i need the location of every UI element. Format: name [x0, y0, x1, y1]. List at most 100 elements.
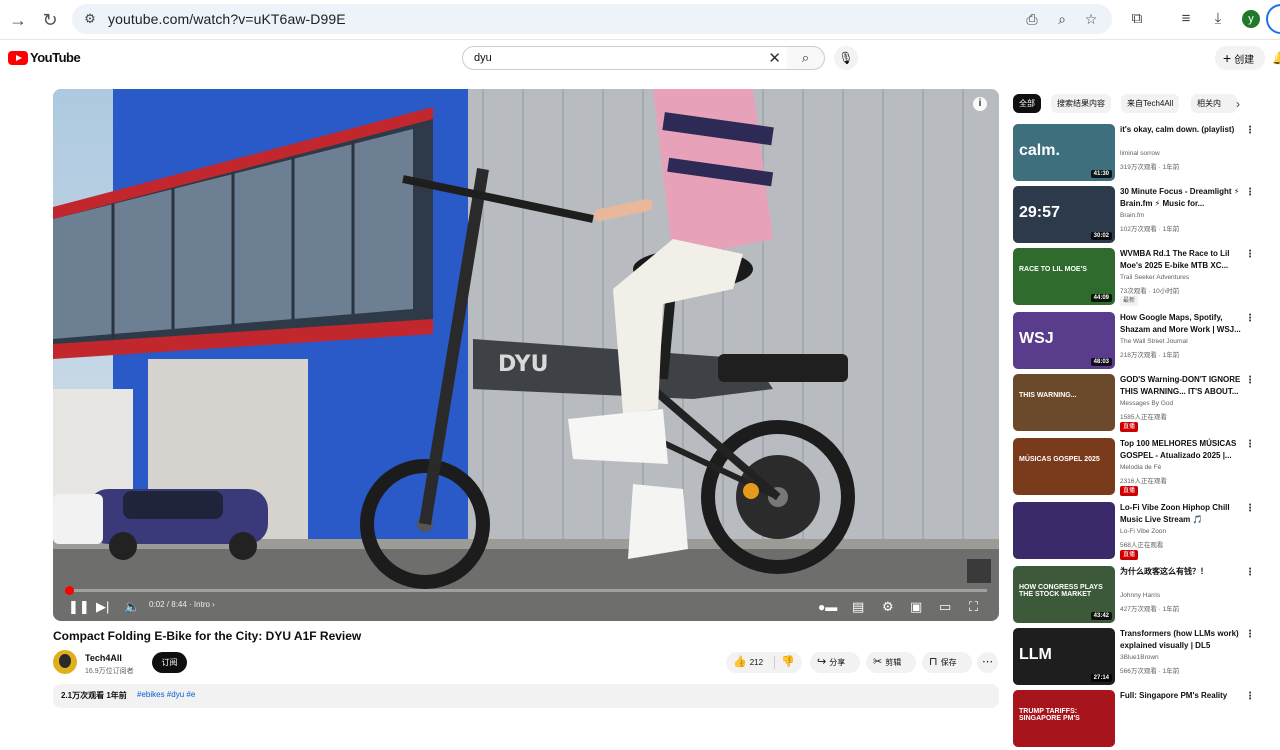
recommendation-item[interactable]: HOW CONGRESS PLAYS THE STOCK MARKET 43:42…	[1013, 566, 1268, 626]
video-thumbnail[interactable]: MÚSICAS GOSPEL 2025	[1013, 438, 1115, 495]
recommendation-channel[interactable]: Messages By God	[1120, 400, 1173, 407]
more-options-icon[interactable]: ⋮	[1245, 504, 1255, 514]
more-options-icon[interactable]: ⋮	[1245, 440, 1255, 450]
subtitles-icon[interactable]: ▤	[852, 598, 864, 616]
more-options-icon[interactable]: ⋮	[1245, 314, 1255, 324]
site-info-icon[interactable]: ⚙	[82, 11, 98, 27]
theater-mode-icon[interactable]: ▭	[939, 598, 951, 616]
notifications-icon[interactable]: 🔔	[1272, 51, 1280, 65]
like-count[interactable]: 212	[750, 658, 763, 667]
clear-search-icon[interactable]: ✕	[768, 49, 781, 67]
info-icon[interactable]: i	[973, 97, 987, 111]
volume-icon[interactable]: 🔈	[124, 598, 140, 616]
search-button[interactable]: ⌕	[787, 46, 825, 70]
more-options-icon[interactable]: ⋮	[1245, 376, 1255, 386]
progress-bar[interactable]	[64, 586, 987, 595]
reload-icon[interactable]: ↻	[38, 8, 62, 32]
recommendation-title[interactable]: 为什么政客这么有钱？！	[1120, 566, 1245, 578]
fullscreen-icon[interactable]: ⛶	[969, 598, 978, 616]
chip-related[interactable]: 相关内	[1191, 94, 1237, 113]
recommendation-channel[interactable]: Melodia de Fé	[1120, 464, 1161, 471]
recommendation-title[interactable]: How Google Maps, Spotify, Shazam and Mor…	[1120, 312, 1245, 336]
video-thumbnail[interactable]: RACE TO LIL MOE'S 44:09	[1013, 248, 1115, 305]
next-icon[interactable]: ▶|	[96, 598, 109, 616]
recommendation-title[interactable]: it's okay, calm down. (playlist)	[1120, 124, 1245, 136]
more-actions-icon[interactable]: ⋯	[977, 652, 998, 673]
recommendation-title[interactable]: Lo-Fi Vibe Zoon Hiphop Chill Music Live …	[1120, 502, 1245, 526]
hashtags[interactable]: #ebikes #dyu #e	[137, 690, 195, 699]
media-controls-icon[interactable]: ≡	[1175, 8, 1197, 30]
autoplay-toggle-icon[interactable]: ●▬	[818, 598, 837, 616]
downloads-icon[interactable]: ⤓	[1207, 8, 1229, 30]
recommendation-channel[interactable]: liminal sorrow	[1120, 150, 1160, 157]
recommendation-channel[interactable]: The Wall Street Journal	[1120, 338, 1188, 345]
more-options-icon[interactable]: ⋮	[1245, 250, 1255, 260]
recommendation-title[interactable]: Transformers (how LLMs work) explained v…	[1120, 628, 1245, 652]
clip-button[interactable]: ✂ 剪辑	[866, 652, 916, 673]
recommendation-item[interactable]: 29:57 30:02 30 Minute Focus - Dreamlight ⚡…	[1013, 186, 1268, 246]
recommendation-channel[interactable]: Brain.fm	[1120, 212, 1144, 219]
more-options-icon[interactable]: ⋮	[1245, 188, 1255, 198]
recommendation-item[interactable]: calm. 41:30 it's okay, calm down. (playlis…	[1013, 124, 1268, 184]
chevron-right-icon[interactable]: ›	[1236, 97, 1240, 111]
more-options-icon[interactable]: ⋮	[1245, 568, 1255, 578]
recommendation-item[interactable]: LLM 27:14 Transformers (how LLMs work) exp…	[1013, 628, 1268, 688]
recommendation-title[interactable]: Top 100 MELHORES MÚSICAS GOSPEL - Atuali…	[1120, 438, 1245, 462]
share-button[interactable]: ↪ 分享	[810, 652, 860, 673]
recommendation-item[interactable]: MÚSICAS GOSPEL 2025 Top 100 MELHORES MÚSI…	[1013, 438, 1268, 498]
youtube-logo[interactable]: YouTube	[8, 50, 81, 65]
chip-all[interactable]: 全部	[1013, 94, 1041, 113]
save-button[interactable]: ⊓ 保存	[922, 652, 972, 673]
recommendation-item[interactable]: Lo-Fi Vibe Zoon Hiphop Chill Music Live …	[1013, 502, 1268, 562]
bookmark-star-icon[interactable]: ☆	[1081, 9, 1101, 29]
recommendation-title[interactable]: GOD'S Warning-DON'T IGNORE THIS WARNING.…	[1120, 374, 1245, 398]
subscribe-button[interactable]: 订阅	[152, 652, 187, 673]
like-icon[interactable]: 👍	[733, 656, 747, 668]
miniplayer-icon[interactable]: ▣	[910, 598, 922, 616]
chapter-label[interactable]: Intro	[194, 600, 210, 609]
recommendation-channel[interactable]: Lo-Fi Vibe Zoon	[1120, 528, 1166, 535]
recommendation-item[interactable]: RACE TO LIL MOE'S 44:09 WVMBA Rd.1 The Rac…	[1013, 248, 1268, 308]
video-player[interactable]: DYU i ❚❚ ▶| 🔈 0:02 / 8:44 · Intro › ●▬ ▤…	[53, 89, 999, 621]
dislike-icon[interactable]: 👎	[781, 652, 795, 673]
pause-icon[interactable]: ❚❚	[68, 598, 90, 616]
account-ring[interactable]	[1266, 4, 1280, 34]
zoom-icon[interactable]: ⌕	[1052, 9, 1072, 29]
search-input[interactable]: dyu ✕	[462, 46, 788, 70]
install-app-icon[interactable]: ⎙	[1022, 9, 1042, 29]
video-thumbnail[interactable]: LLM 27:14	[1013, 628, 1115, 685]
address-bar[interactable]: ⚙ youtube.com/watch?v=uKT6aw-D99E ⎙ ⌕ ☆	[72, 4, 1112, 34]
recommendation-item[interactable]: TRUMP TARIFFS: SINGAPORE PM'S Full: Singa…	[1013, 690, 1268, 750]
chip-from-channel[interactable]: 来自Tech4All	[1121, 94, 1180, 113]
video-thumbnail[interactable]: calm. 41:30	[1013, 124, 1115, 181]
search-query[interactable]: dyu	[474, 52, 492, 64]
description-box[interactable]: 2.1万次观看 1年前 #ebikes #dyu #e	[53, 684, 999, 708]
video-thumbnail[interactable]: HOW CONGRESS PLAYS THE STOCK MARKET 43:42	[1013, 566, 1115, 623]
create-button[interactable]: + 创建	[1215, 46, 1265, 70]
video-thumbnail[interactable]: THIS WARNING...	[1013, 374, 1115, 431]
recommendation-item[interactable]: THIS WARNING... GOD'S Warning-DON'T IGNOR…	[1013, 374, 1268, 434]
recommendation-channel[interactable]: 3Blue1Brown	[1120, 654, 1159, 661]
voice-search-icon[interactable]: 🎙	[834, 46, 858, 70]
recommendation-title[interactable]: WVMBA Rd.1 The Race to Lil Moe's 2025 E-…	[1120, 248, 1245, 272]
recommendation-title[interactable]: 30 Minute Focus - Dreamlight ⚡ Brain.fm …	[1120, 186, 1245, 210]
channel-avatar[interactable]	[53, 650, 77, 674]
settings-gear-icon[interactable]: ⚙	[882, 598, 894, 616]
forward-icon[interactable]: →	[6, 8, 30, 32]
video-thumbnail[interactable]: TRUMP TARIFFS: SINGAPORE PM'S	[1013, 690, 1115, 747]
recommendation-channel[interactable]: Trail Seeker Adventures	[1120, 274, 1189, 281]
recommendation-channel[interactable]: Johnny Harris	[1120, 592, 1160, 599]
profile-avatar[interactable]: y	[1242, 10, 1260, 28]
recommendation-title[interactable]: Full: Singapore PM's Reality	[1120, 690, 1245, 702]
more-options-icon[interactable]: ⋮	[1245, 692, 1255, 702]
video-thumbnail[interactable]: WSJ 48:03	[1013, 312, 1115, 369]
more-options-icon[interactable]: ⋮	[1245, 630, 1255, 640]
recommendation-item[interactable]: WSJ 48:03 How Google Maps, Spotify, Shazam…	[1013, 312, 1268, 372]
video-thumbnail[interactable]: 29:57 30:02	[1013, 186, 1115, 243]
chip-search-results[interactable]: 搜索结果内容	[1051, 94, 1111, 113]
more-options-icon[interactable]: ⋮	[1245, 126, 1255, 136]
extensions-icon[interactable]: ⧉	[1126, 8, 1148, 30]
channel-name[interactable]: Tech4All	[85, 653, 122, 663]
url-text[interactable]: youtube.com/watch?v=uKT6aw-D99E	[108, 11, 346, 27]
video-thumbnail[interactable]	[1013, 502, 1115, 559]
